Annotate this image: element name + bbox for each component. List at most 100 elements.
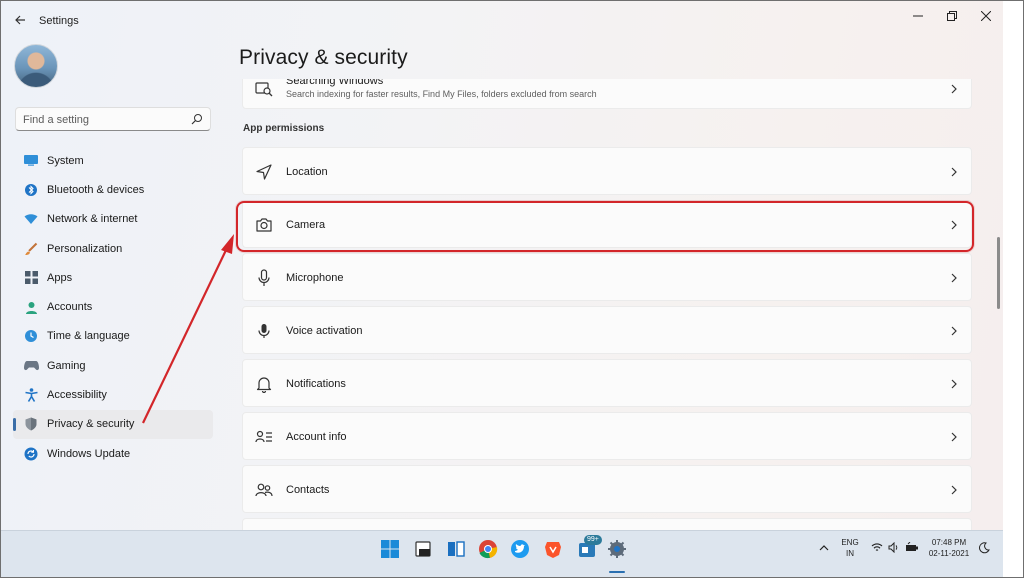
- sidebar-item-label: Network & internet: [47, 213, 138, 226]
- region-code: IN: [846, 549, 854, 558]
- card-title: Voice activation: [286, 325, 363, 337]
- chrome-icon[interactable]: [478, 539, 498, 559]
- chevron-right-icon: [951, 432, 957, 442]
- language-code: ENG: [841, 538, 859, 547]
- avatar[interactable]: [14, 44, 58, 88]
- permission-location[interactable]: Location: [242, 147, 972, 195]
- microphone-icon: [258, 269, 270, 286]
- settings-window: Settings System Bluetooth & devices Netw…: [1, 1, 1003, 530]
- account-info-icon: [255, 430, 272, 443]
- chevron-right-icon: [951, 167, 957, 177]
- sidebar-item-label: Personalization: [47, 242, 123, 255]
- card-title: Camera: [286, 219, 326, 231]
- sidebar-item-label: Windows Update: [47, 447, 131, 460]
- search-icon: [191, 114, 202, 125]
- permission-microphone[interactable]: Microphone: [242, 253, 972, 301]
- back-arrow-icon: [15, 15, 25, 25]
- app-title: Settings: [39, 15, 79, 27]
- sidebar-item-system[interactable]: System: [13, 146, 213, 175]
- close-button[interactable]: [971, 7, 1001, 27]
- close-icon: [980, 10, 992, 22]
- wifi-icon[interactable]: [871, 542, 883, 553]
- permission-voice-activation[interactable]: Voice activation: [242, 306, 972, 354]
- sidebar-item-label: Gaming: [47, 359, 86, 372]
- wifi-icon: [23, 211, 39, 227]
- account-icon: [23, 299, 39, 315]
- gamepad-icon: [23, 358, 39, 374]
- card-subtitle: Search indexing for faster results, Find…: [286, 89, 597, 99]
- permission-contacts[interactable]: Contacts: [242, 465, 972, 513]
- location-icon: [256, 164, 272, 180]
- sidebar-item-label: Accessibility: [47, 389, 107, 402]
- permission-account-info[interactable]: Account info: [242, 412, 972, 460]
- sidebar-item-label: Time & language: [47, 330, 130, 343]
- sidebar-item-label: Apps: [47, 271, 73, 284]
- permission-camera[interactable]: Camera: [242, 200, 972, 248]
- twitter-icon[interactable]: [510, 539, 530, 559]
- scrollbar-thumb[interactable]: [997, 237, 1000, 309]
- chevron-up-icon[interactable]: [819, 543, 829, 553]
- card-title: Contacts: [286, 484, 330, 496]
- sidebar-item-label: Bluetooth & devices: [47, 183, 145, 196]
- bluetooth-icon: [23, 182, 39, 198]
- apps-icon: [23, 270, 39, 286]
- bell-icon: [256, 377, 272, 393]
- search-windows-icon: [255, 82, 273, 97]
- page-title: Privacy & security: [239, 46, 408, 69]
- minimize-icon: [913, 15, 923, 17]
- outer-margin: [1003, 1, 1023, 577]
- sidebar-item-bluetooth[interactable]: Bluetooth & devices: [13, 175, 213, 204]
- permission-next[interactable]: [242, 518, 972, 530]
- clock-time: 07:48 PM: [931, 538, 967, 547]
- chevron-right-icon: [951, 84, 957, 94]
- section-heading: App permissions: [243, 123, 325, 134]
- chevron-right-icon: [951, 273, 957, 283]
- voice-activation-icon: [258, 324, 270, 338]
- card-title: Location: [286, 166, 328, 178]
- contacts-icon: [255, 483, 273, 497]
- permission-notifications[interactable]: Notifications: [242, 359, 972, 407]
- annotation-arrow: [142, 234, 234, 424]
- chevron-right-icon: [951, 220, 957, 230]
- card-title: Notifications: [286, 378, 346, 390]
- search-icon[interactable]: [413, 539, 433, 559]
- update-icon: [23, 446, 39, 462]
- task-view-icon[interactable]: [446, 539, 466, 559]
- focus-assist-icon[interactable]: [978, 542, 990, 554]
- sidebar-item-windows-update[interactable]: Windows Update: [13, 439, 213, 468]
- camera-icon: [256, 218, 272, 232]
- battery-icon[interactable]: [905, 542, 919, 553]
- chevron-right-icon: [951, 326, 957, 336]
- card-title: Microphone: [286, 272, 344, 284]
- sidebar-item-label: Accounts: [47, 301, 93, 314]
- settings-icon[interactable]: [607, 539, 627, 559]
- searching-windows-card[interactable]: Searching Windows Search indexing for fa…: [242, 79, 972, 109]
- active-app-indicator: [609, 571, 625, 573]
- card-title: Searching Windows: [286, 79, 384, 87]
- restore-icon: [947, 11, 957, 21]
- chevron-right-icon: [951, 379, 957, 389]
- taskbar: 99+ ENG IN 07:48 PM 02-11-2021: [1, 530, 1003, 577]
- restore-button[interactable]: [937, 7, 967, 27]
- system-icon: [23, 153, 39, 169]
- card-title: Account info: [286, 431, 347, 443]
- sidebar-item-label: Privacy & security: [47, 418, 135, 431]
- brave-icon[interactable]: [543, 539, 563, 559]
- volume-icon[interactable]: [888, 542, 900, 553]
- brush-icon: [23, 241, 39, 257]
- sidebar-item-label: System: [47, 154, 84, 167]
- back-button[interactable]: [11, 12, 29, 30]
- chevron-right-icon: [951, 485, 957, 495]
- search-input[interactable]: [23, 112, 183, 127]
- clock-date: 02-11-2021: [928, 549, 970, 558]
- accessibility-icon: [23, 387, 39, 403]
- content-scroll-area: Searching Windows Search indexing for fa…: [239, 79, 975, 530]
- minimize-button[interactable]: [903, 7, 933, 27]
- search-box[interactable]: [15, 107, 211, 131]
- globe-clock-icon: [23, 328, 39, 344]
- shield-icon: [23, 416, 39, 432]
- notification-badge: 99+: [584, 535, 602, 545]
- start-icon[interactable]: [380, 539, 400, 559]
- language-indicator[interactable]: ENG IN: [839, 537, 861, 559]
- clock[interactable]: 07:48 PM 02-11-2021: [925, 537, 973, 559]
